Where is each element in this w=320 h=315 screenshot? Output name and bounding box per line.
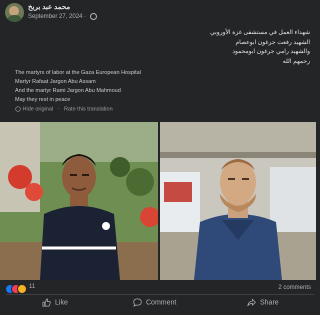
- translation-line: Martyr Rafaat Jargon Abu Assam: [15, 79, 96, 85]
- comment-icon: [133, 298, 142, 307]
- photo-right-image: [160, 122, 316, 280]
- like-button[interactable]: Like: [42, 298, 68, 312]
- arabic-line: الشهيد رفعت جرغون ابوعصام: [235, 39, 310, 46]
- translation-line: And the martyr Rami Jargon Abu Mahmoud: [15, 88, 121, 94]
- sad-reaction-icon: [17, 284, 27, 294]
- comment-label: Comment: [146, 299, 177, 307]
- comment-button[interactable]: Comment: [133, 298, 176, 312]
- translation-line: May they rest in peace: [15, 97, 71, 103]
- post-text-arabic: شهداء العمل في مستشفى غزة الأوروبي الشهي…: [130, 29, 310, 67]
- photo-martyr-right[interactable]: [160, 122, 316, 280]
- author-avatar[interactable]: [5, 3, 24, 22]
- facebook-post-card: محمد عبد بربخ September 27, 2024 · شهداء…: [0, 0, 320, 315]
- author-name[interactable]: محمد عبد بربخ: [28, 3, 70, 11]
- post-date[interactable]: September 27, 2024: [28, 14, 82, 20]
- post-meta: September 27, 2024 ·: [28, 13, 97, 20]
- post-header: محمد عبد بربخ September 27, 2024 ·: [4, 3, 314, 23]
- arabic-line: والشهيد رامي جرغون ابومحمود: [232, 49, 310, 55]
- translation-line: The martyrs of labor at the Gaza Europea…: [15, 70, 141, 76]
- arabic-line: شهداء العمل في مستشفى غزة الأوروبي: [210, 30, 310, 36]
- hide-original-link[interactable]: Hide original: [23, 106, 54, 112]
- post-text-translation: The martyrs of labor at the Gaza Europea…: [15, 69, 215, 105]
- like-icon: [42, 298, 51, 307]
- reaction-count[interactable]: 11: [29, 284, 35, 290]
- comments-count[interactable]: 2 comments: [278, 285, 311, 291]
- photo-left-image: [0, 122, 158, 280]
- arabic-line: رحمهم الله: [282, 58, 310, 65]
- share-label: Share: [260, 299, 279, 307]
- rate-translation-link[interactable]: Rate this translation: [64, 106, 113, 112]
- photo-martyr-left[interactable]: [0, 122, 158, 280]
- like-label: Like: [55, 299, 68, 307]
- divider: [6, 294, 314, 295]
- share-button[interactable]: Share: [247, 298, 279, 312]
- translate-icon: [15, 106, 21, 112]
- globe-icon: [89, 13, 97, 20]
- share-icon: [247, 298, 256, 307]
- translation-controls: Hide original · Rate this translation: [15, 106, 113, 112]
